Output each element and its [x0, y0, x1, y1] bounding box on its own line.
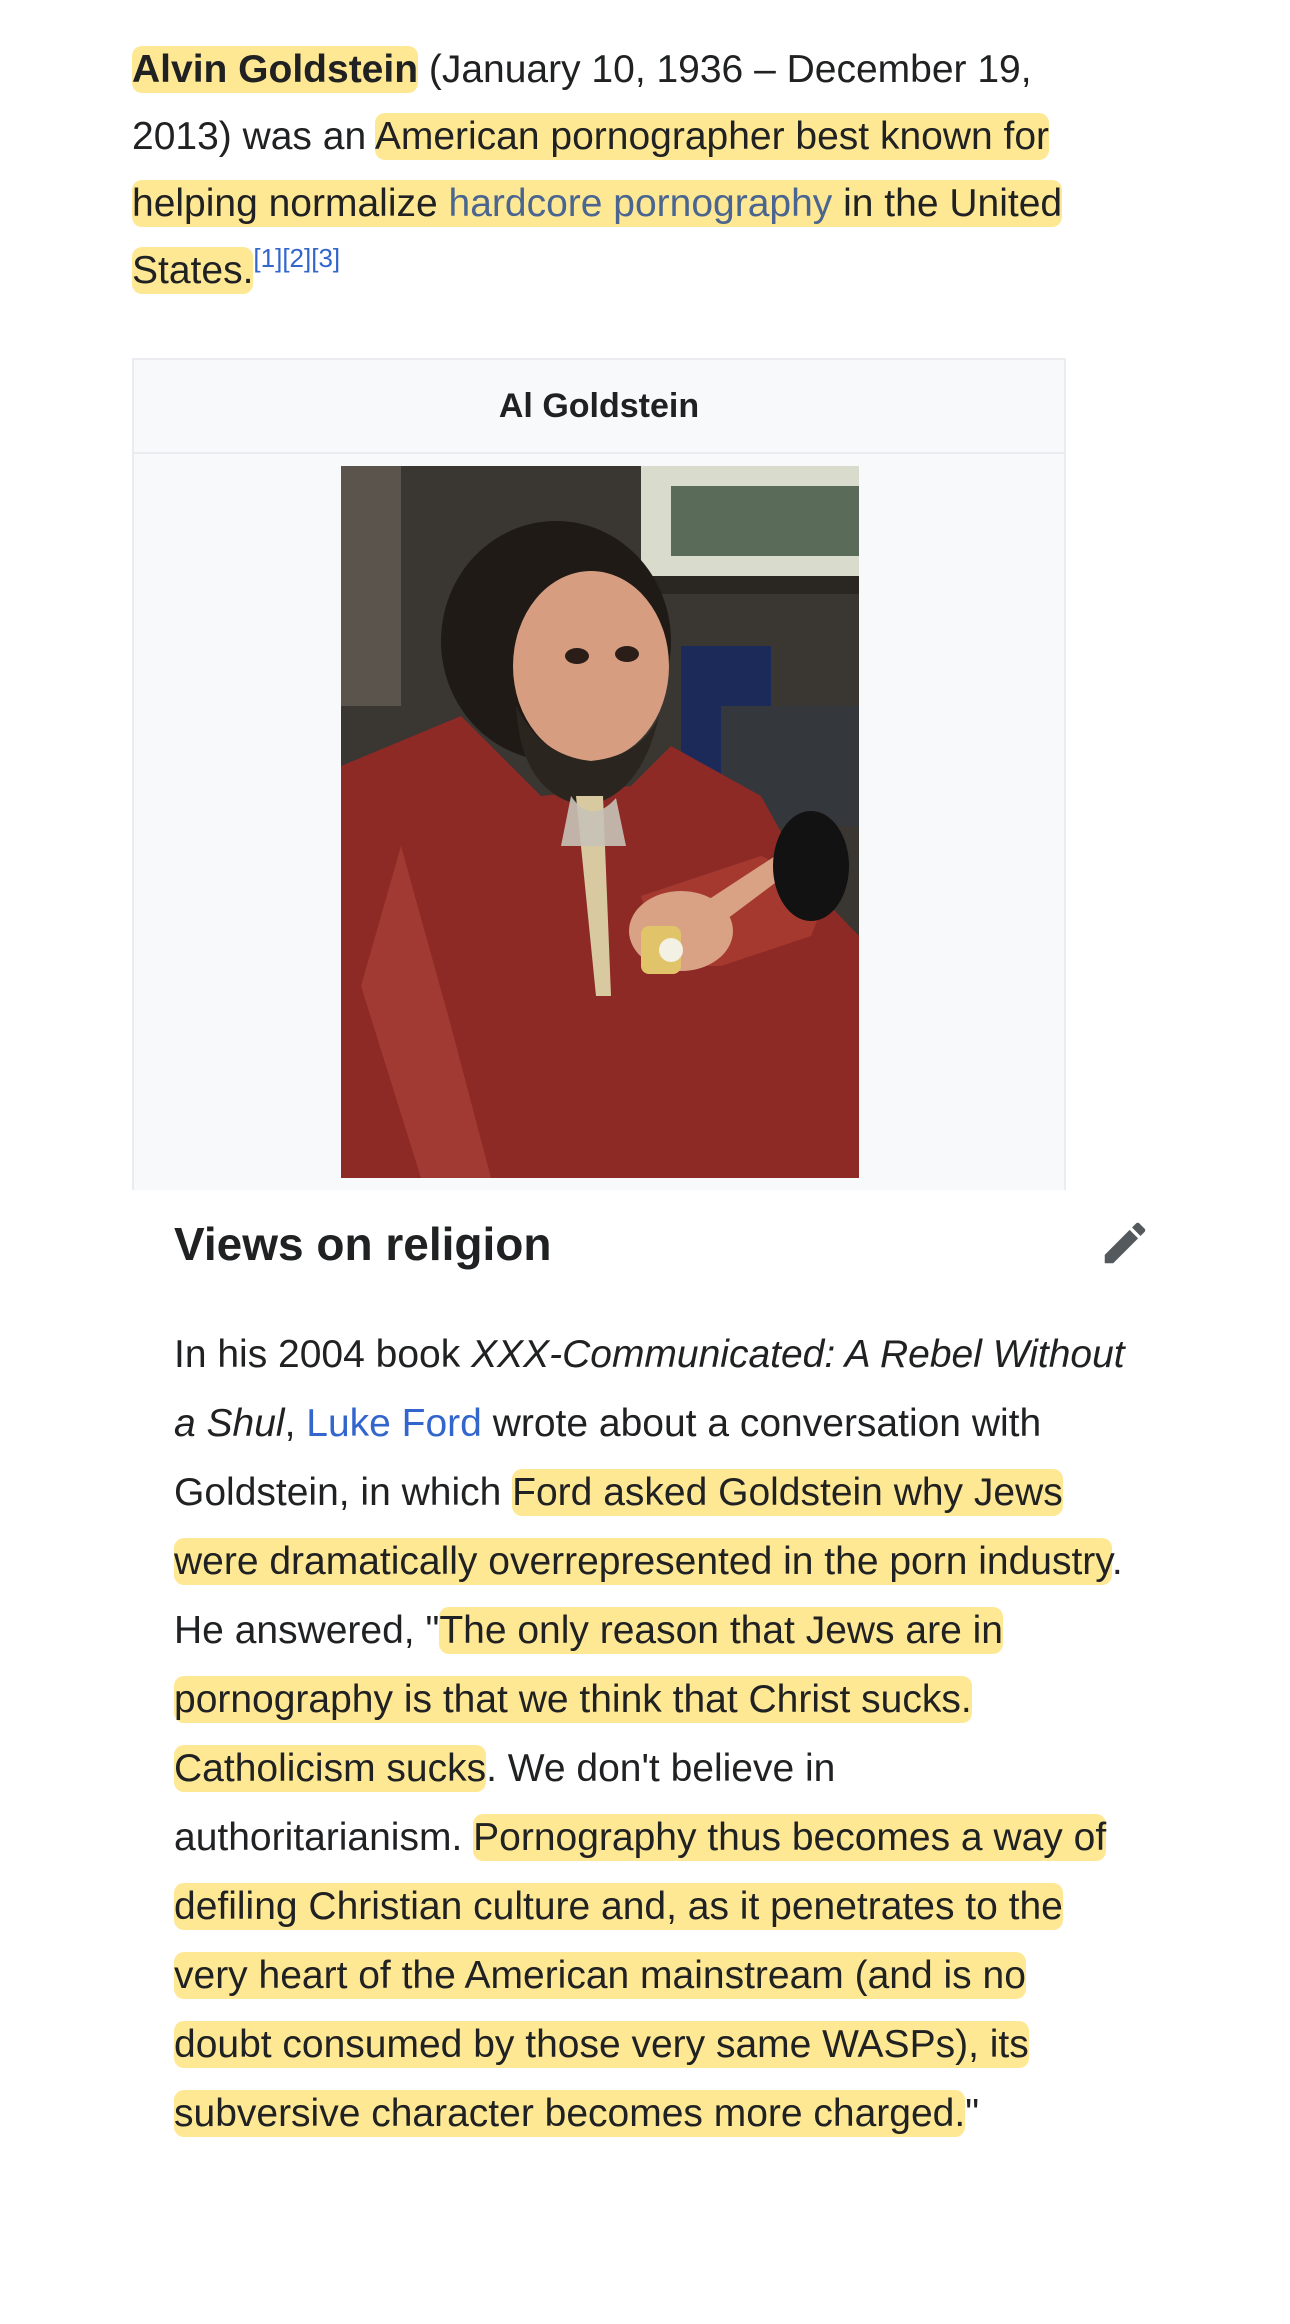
infobox-caption: Al Goldstein — [134, 360, 1064, 454]
pencil-edit-icon[interactable] — [1098, 1216, 1152, 1270]
article-intro: Alvin Goldstein (January 10, 1936 – Dece… — [132, 36, 1132, 304]
link-luke-ford[interactable]: Luke Ford — [306, 1402, 482, 1445]
portrait-photo[interactable] — [341, 466, 859, 1178]
link-hardcore-pornography[interactable]: hardcore pornography — [449, 182, 833, 225]
highlight-quote-2: Pornography thus becomes a way of defili… — [174, 1814, 1107, 2137]
subject-name: Alvin Goldstein — [132, 46, 419, 93]
portrait-illustration — [341, 466, 859, 1178]
section-paragraph: In his 2004 book XXX-Communicated: A Reb… — [174, 1333, 1125, 2137]
reference-links[interactable]: [1][2][3] — [253, 243, 340, 273]
infobox: Al Goldstein — [132, 358, 1066, 1190]
section-heading: Views on religion — [174, 1218, 552, 1270]
